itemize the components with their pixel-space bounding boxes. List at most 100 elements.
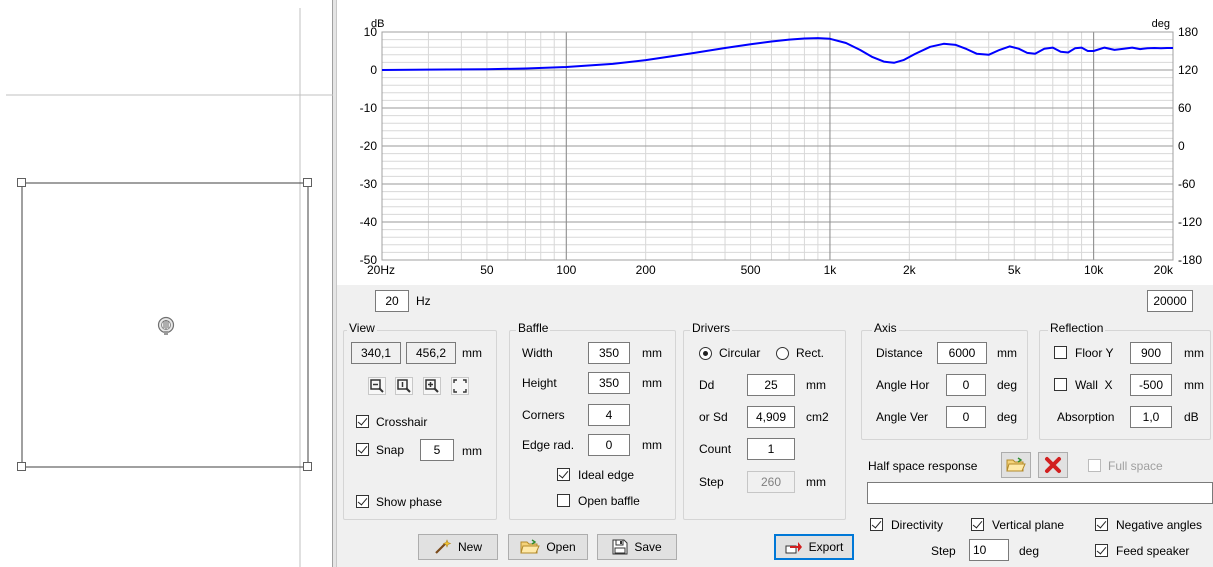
freq-max-input[interactable]: 20000 [1147,290,1193,312]
wall-input[interactable]: -500 [1130,374,1172,396]
y-right-tick-label: 0 [1178,139,1185,153]
driver-step-unit: mm [806,475,826,489]
count-input[interactable]: 1 [747,438,795,460]
snap-input[interactable]: 5 [420,439,454,461]
export-arrow-icon [785,542,802,554]
y-right-tick-label: -120 [1178,215,1202,229]
y-right-tick-label: 120 [1178,63,1198,77]
freq-unit-label: Hz [416,294,431,308]
directivity-step-input[interactable]: 10 [969,539,1009,561]
axis-group-title: Axis [872,321,899,335]
baffle-width-label: Width [522,346,553,360]
resize-handle-bottom-left[interactable] [17,462,26,471]
delete-x-icon [1045,457,1061,473]
y-left-unit: dB [371,18,384,30]
new-button-label: New [457,540,482,554]
wall-checkbox[interactable] [1054,378,1067,391]
x-tick-label: 500 [741,263,761,277]
x-tick-label: 20Hz [367,263,395,277]
zoom-reset-icon[interactable] [395,377,413,395]
zoom-fit-icon[interactable] [451,377,469,395]
angle-ver-input[interactable]: 0 [946,406,986,428]
y-left-tick-label: 0 [370,63,377,77]
rect-radio[interactable] [776,347,789,360]
baffle-width-input[interactable]: 350 [588,342,630,364]
absorption-input[interactable]: 1,0 [1130,406,1172,428]
baffle-canvas[interactable] [0,0,333,567]
y-right-tick-label: 180 [1178,25,1198,39]
zoom-out-icon[interactable] [368,377,386,395]
full-space-label: Full space [1108,459,1163,473]
baffle-corners-label: Corners [522,408,565,422]
floppy-disk-icon [612,539,628,555]
absorption-label: Absorption [1057,410,1115,424]
full-space-checkbox[interactable] [1088,459,1101,472]
wall-label: Wall X [1075,378,1113,392]
driver-step-input: 260 [747,471,795,493]
save-button-label: Save [634,540,662,554]
resize-handle-top-right[interactable] [303,178,312,187]
floor-checkbox[interactable] [1054,346,1067,359]
ideal-edge-checkbox[interactable] [557,468,570,481]
ideal-edge-label: Ideal edge [578,468,635,482]
clear-half-space-button[interactable] [1038,452,1068,478]
open-button[interactable]: Open [508,534,588,560]
baffle-height-input[interactable]: 350 [588,372,630,394]
x-tick-label: 1k [824,263,838,277]
circular-radio[interactable] [699,347,712,360]
reflection-group-title: Reflection [1048,321,1106,335]
y-left-tick-label: -30 [360,177,378,191]
sd-input[interactable]: 4,909 [747,406,795,428]
freq-min-input[interactable]: 20 [375,290,409,312]
baffle-height-unit: mm [642,376,662,390]
negative-angles-checkbox[interactable] [1095,518,1108,531]
chart-svg: 100-10-20-30-40-50180120600-60-120-180dB… [360,18,1203,277]
x-tick-label: 10k [1084,263,1104,277]
load-half-space-button[interactable] [1001,452,1031,478]
directivity-label: Directivity [891,518,944,532]
show-phase-checkbox[interactable] [356,495,369,508]
driver-step-label: Step [699,475,724,489]
new-button[interactable]: New [418,534,498,560]
baffle-corners-input[interactable]: 4 [588,404,630,426]
resize-handle-top-left[interactable] [17,178,26,187]
frequency-response-chart[interactable]: 10 0 -10 -20 -30 -40 -50 180 120 60 0 -60 -120 -180 dB… [337,0,1213,285]
crosshair-checkbox[interactable] [356,415,369,428]
export-button[interactable]: Export [774,534,854,560]
dd-input[interactable]: 25 [747,374,795,396]
snap-checkbox[interactable] [356,443,369,456]
half-space-path-input[interactable] [867,482,1213,504]
baffle-width-unit: mm [642,346,662,360]
new-wand-icon [435,539,452,554]
angle-ver-label: Angle Ver [876,410,929,424]
vertical-plane-checkbox[interactable] [971,518,984,531]
zoom-in-icon[interactable] [423,377,441,395]
y-right-tick-label: -180 [1178,253,1202,267]
circular-label: Circular [719,346,761,360]
directivity-checkbox[interactable] [870,518,883,531]
floor-unit: mm [1184,346,1204,360]
open-button-label: Open [546,540,576,554]
open-baffle-checkbox[interactable] [557,494,570,507]
count-label: Count [699,442,732,456]
driver-icon[interactable] [157,316,175,336]
negative-angles-label: Negative angles [1116,518,1203,532]
floor-input[interactable]: 900 [1130,342,1172,364]
baffle-edge-input[interactable]: 0 [588,434,630,456]
wall-unit: mm [1184,378,1204,392]
x-tick-label: 100 [556,263,576,277]
drivers-group-title: Drivers [690,321,732,335]
feed-speaker-checkbox[interactable] [1095,544,1108,557]
y-left-tick-label: -10 [360,101,378,115]
resize-handle-bottom-right[interactable] [303,462,312,471]
save-button[interactable]: Save [597,534,677,560]
sd-label: or Sd [699,410,728,424]
snap-unit-label: mm [462,444,482,458]
distance-input[interactable]: 6000 [937,342,987,364]
x-tick-label: 2k [903,263,917,277]
angle-hor-input[interactable]: 0 [946,374,986,396]
angle-hor-unit: deg [997,378,1018,392]
export-button-label: Export [808,540,844,554]
absorption-unit: dB [1184,410,1199,424]
distance-label: Distance [876,346,923,360]
